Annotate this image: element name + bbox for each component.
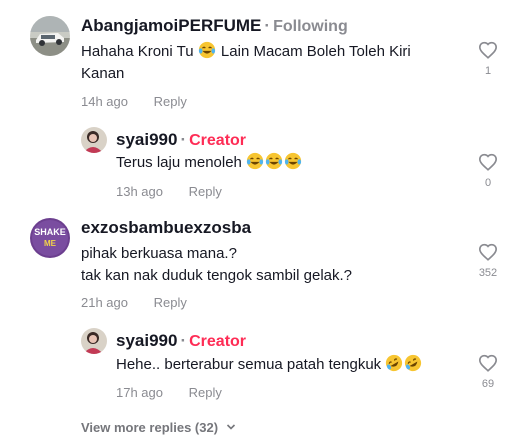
timestamp: 17h ago — [116, 385, 163, 400]
laughing-tears-emoji-icon — [284, 152, 302, 170]
like-count: 352 — [478, 267, 498, 279]
reply-username[interactable]: syai990 · Creator — [116, 130, 246, 150]
like-button[interactable]: 1 — [468, 41, 508, 77]
laughing-tears-emoji-icon — [246, 152, 264, 170]
chevron-down-icon[interactable] — [226, 422, 236, 432]
like-count: 0 — [484, 177, 492, 189]
comment-meta: 21h ago Reply — [81, 295, 187, 310]
timestamp: 14h ago — [81, 94, 128, 109]
like-button[interactable]: 69 — [468, 354, 508, 390]
heart-icon[interactable] — [478, 243, 498, 261]
shake-logo-avatar-icon[interactable]: SHAKE ME — [30, 218, 70, 258]
username-text[interactable]: AbangjamoiPERFUME — [81, 16, 261, 35]
reply-username[interactable]: syai990 · Creator — [116, 331, 246, 351]
heart-icon[interactable] — [478, 354, 498, 372]
heart-icon[interactable] — [478, 153, 498, 171]
creator-badge: Creator — [189, 132, 247, 149]
timestamp: 21h ago — [81, 295, 128, 310]
comment-text-part: Kanan — [81, 65, 125, 82]
reply-meta: 13h ago Reply — [116, 184, 222, 199]
like-count: 1 — [484, 65, 492, 77]
comment-text-part: Hehe.. berterabur semua patah tengkuk — [116, 356, 382, 373]
reply-button[interactable]: Reply — [189, 385, 222, 400]
rolling-laughing-emoji-icon — [386, 354, 403, 372]
reply-button[interactable]: Reply — [154, 295, 187, 310]
comment-text-part: Terus laju menoleh — [116, 154, 242, 171]
laughing-tears-emoji-icon — [198, 41, 215, 59]
view-more-replies-button[interactable]: View more replies (32) — [81, 420, 236, 435]
like-count: 69 — [481, 378, 495, 390]
rolling-laughing-emoji-group — [385, 354, 423, 373]
reply-button[interactable]: Reply — [189, 184, 222, 199]
person-avatar-icon[interactable] — [81, 127, 107, 153]
comment-meta: 14h ago Reply — [81, 94, 187, 109]
reply-button[interactable]: Reply — [154, 94, 187, 109]
person-avatar-icon[interactable] — [81, 328, 107, 354]
comment-text-part: tak kan nak duduk tengok sambil gelak.? — [81, 267, 353, 284]
comment-text-part: pihak berkuasa mana.? — [81, 245, 237, 262]
view-more-label[interactable]: View more replies (32) — [81, 420, 218, 435]
comment-username[interactable]: exzosbambuexzosba — [81, 218, 251, 238]
separator-dot: · — [264, 16, 271, 35]
comment-text-part: Hahaha Kroni Tu — [81, 43, 194, 60]
laughing-tears-emoji-icon — [265, 152, 283, 170]
separator-dot: · — [180, 331, 187, 350]
reply-text: Terus laju menoleh — [116, 152, 303, 174]
avatar-logo-text: SHAKE — [34, 227, 66, 237]
like-button[interactable]: 0 — [468, 153, 508, 189]
comment-text: pihak berkuasa mana.? tak kan nak duduk … — [81, 243, 441, 287]
following-label: Following — [273, 18, 348, 35]
laughing-tears-emoji-group — [246, 152, 303, 171]
reply-text: Hehe.. berterabur semua patah tengkuk — [116, 354, 423, 376]
creator-badge: Creator — [189, 333, 247, 350]
heart-icon[interactable] — [478, 41, 498, 59]
comment-username[interactable]: AbangjamoiPERFUME · Following — [81, 16, 348, 36]
comment-text-part: Lain Macam Boleh Toleh Kiri — [220, 43, 411, 60]
car-avatar-icon[interactable] — [30, 16, 70, 56]
username-text[interactable]: syai990 — [116, 331, 177, 350]
avatar-logo-text: ME — [44, 239, 57, 248]
username-text[interactable]: exzosbambuexzosba — [81, 218, 251, 237]
like-button[interactable]: 352 — [468, 243, 508, 279]
separator-dot: · — [180, 130, 187, 149]
username-text[interactable]: syai990 — [116, 130, 177, 149]
rolling-laughing-emoji-icon — [405, 354, 422, 372]
reply-meta: 17h ago Reply — [116, 385, 222, 400]
timestamp: 13h ago — [116, 184, 163, 199]
comment-text: Hahaha Kroni Tu Lain Macam Boleh Toleh K… — [81, 41, 441, 85]
